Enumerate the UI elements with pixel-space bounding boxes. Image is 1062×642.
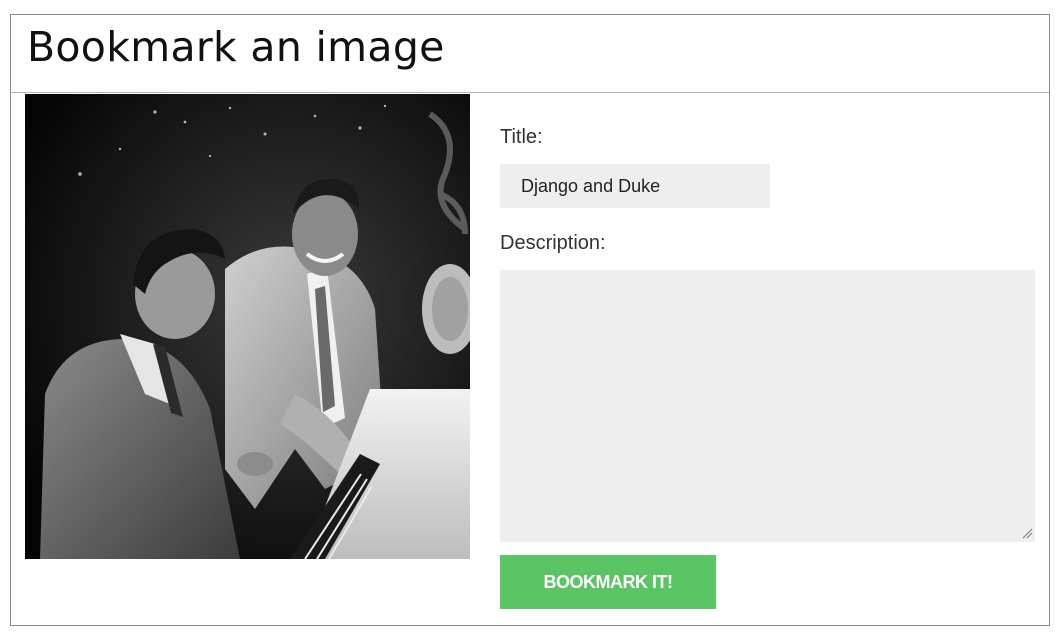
bookmark-dialog: Bookmark an image Title: Django and Duke… — [10, 14, 1050, 626]
description-label: Description: — [500, 232, 606, 254]
description-textarea[interactable] — [500, 270, 1035, 542]
page-title: Bookmark an image — [27, 23, 445, 71]
title-label: Title: — [500, 126, 543, 148]
bookmark-it-button[interactable]: BOOKMARK IT! — [500, 555, 716, 609]
title-input[interactable] — [500, 164, 770, 208]
resize-grip-icon[interactable] — [1022, 528, 1033, 539]
dialog-header: Bookmark an image — [11, 15, 1049, 93]
bookmarked-image — [25, 94, 470, 559]
